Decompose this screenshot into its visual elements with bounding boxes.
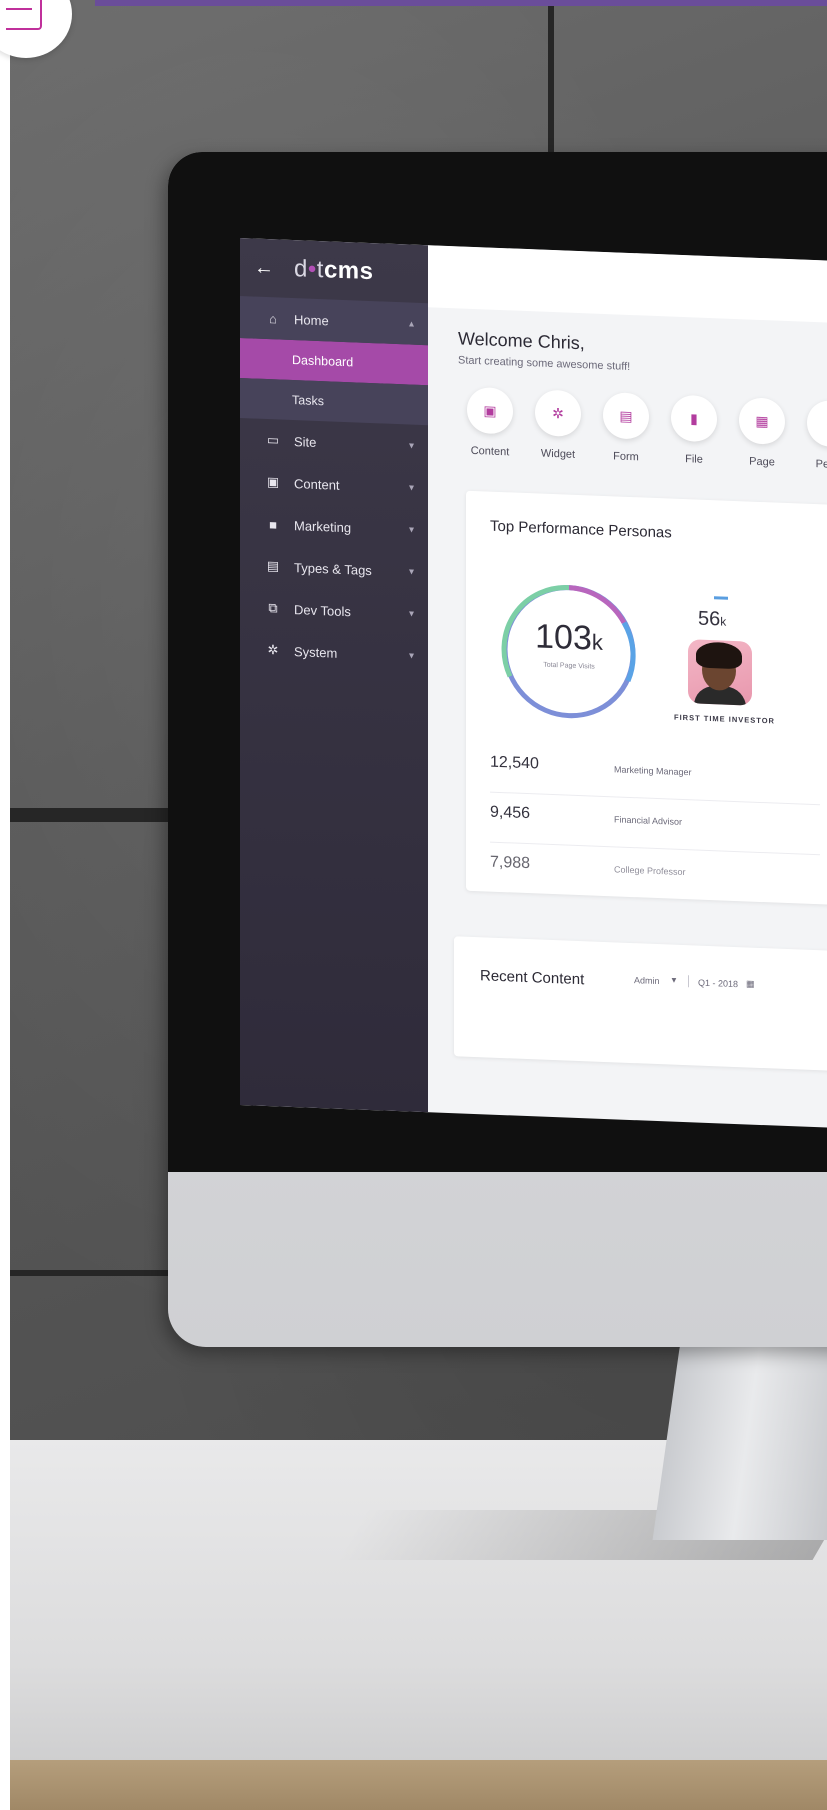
- sidebar-header: ← d•tcms: [240, 238, 428, 303]
- quick-actions: ▣ Content ✲ Widget ▤ Form ▮ File ▦ Page …: [456, 386, 827, 472]
- monitor-stand: [652, 1320, 827, 1540]
- personas-card: Top Performance Personas 103k Total Page…: [466, 490, 827, 906]
- avatar-hair: [696, 641, 742, 670]
- persona-indicator-bar: [714, 596, 728, 600]
- quick-action-label: Content: [470, 444, 510, 459]
- stat-value: 12,540: [490, 753, 539, 773]
- stat-value: 9,456: [490, 803, 531, 823]
- sidebar-item-label: Tasks: [292, 392, 324, 409]
- divider: [688, 975, 689, 988]
- screen: ← d•tcms ⌂ Home ▴ Dashboard Tasks ▭ Site…: [240, 238, 827, 1128]
- stat-label: College Professor: [614, 864, 686, 878]
- sidebar-item-types-tags[interactable]: ▤ Types & Tags ▾: [240, 544, 428, 593]
- persona-count-number: 56: [698, 607, 721, 631]
- sidebar-item-label: Types & Tags: [294, 559, 372, 578]
- quick-action-label: Widget: [540, 447, 576, 461]
- stat-value: 7,988: [490, 853, 531, 873]
- persona-name: FIRST TIME INVESTOR: [674, 712, 775, 726]
- chevron-down-icon: ▾: [408, 565, 414, 578]
- recent-content-card: Recent Content Admin ▼ Q1 - 2018 ▦: [454, 936, 827, 1072]
- sidebar-item-site[interactable]: ▭ Site ▾: [240, 418, 428, 467]
- folder-image-icon: ▣: [266, 474, 280, 490]
- main-content: Welcome Chris, Start creating some aweso…: [428, 245, 827, 1127]
- sidebar-item-label: Content: [294, 475, 340, 493]
- sidebar-item-label: System: [294, 643, 338, 661]
- sidebar-item-system[interactable]: ✲ System ▾: [240, 628, 428, 677]
- sidebar-item-label: Dev Tools: [294, 601, 351, 619]
- sidebar-item-dev-tools[interactable]: ⧉ Dev Tools ▾: [240, 586, 428, 635]
- monitor-icon: ▭: [266, 432, 280, 448]
- stat-label: Financial Advisor: [614, 814, 683, 827]
- card-title: Recent Content: [480, 967, 585, 989]
- arrow-left-icon[interactable]: ←: [254, 256, 294, 281]
- gear-icon: ✲: [267, 642, 279, 658]
- period-selector[interactable]: Q1 - 2018: [698, 978, 738, 990]
- quick-action-label: Form: [613, 450, 639, 464]
- quick-action-label: Page: [749, 455, 775, 469]
- wall-seam: [10, 808, 170, 822]
- quick-action-label: File: [685, 453, 703, 466]
- sidebar-item-label: Marketing: [294, 517, 352, 535]
- sidebar-item-label: Dashboard: [292, 352, 354, 370]
- logo-dot: •: [307, 255, 317, 283]
- total-value-unit: k: [591, 629, 603, 655]
- quick-action-form[interactable]: ▤ Form: [592, 391, 660, 465]
- menu-card-icon: [6, 0, 42, 30]
- quick-action-persona[interactable]: ● Perso: [796, 399, 827, 472]
- chevron-down-icon: ▾: [408, 523, 414, 536]
- chevron-down-icon: ▾: [408, 439, 414, 452]
- sidebar: ← d•tcms ⌂ Home ▴ Dashboard Tasks ▭ Site…: [240, 238, 428, 1113]
- total-value-number: 103: [535, 617, 592, 658]
- quick-action-content[interactable]: ▣ Content: [456, 386, 524, 459]
- file-icon: ▮: [671, 394, 717, 443]
- desk-edge: [10, 1760, 827, 1810]
- quick-action-file[interactable]: ▮ File: [660, 394, 728, 467]
- sidebar-item-content[interactable]: ▣ Content ▾: [240, 460, 428, 509]
- logo-part: t: [316, 255, 324, 284]
- chevron-down-icon: ▾: [408, 481, 414, 494]
- content-icon: ▣: [467, 386, 513, 435]
- card-title: Top Performance Personas: [490, 517, 672, 542]
- form-icon: ▤: [603, 391, 649, 440]
- persona-count: 56k: [698, 608, 726, 632]
- stat-label: Marketing Manager: [614, 764, 692, 778]
- scene: ← d•tcms ⌂ Home ▴ Dashboard Tasks ▭ Site…: [0, 0, 827, 1810]
- card-icon: ▤: [266, 558, 280, 574]
- quick-action-page[interactable]: ▦ Page: [728, 397, 796, 470]
- person-icon: ●: [807, 399, 827, 448]
- chevron-down-icon: ▾: [408, 649, 414, 662]
- quick-action-label: Perso: [815, 458, 827, 472]
- persona-count-unit: k: [720, 614, 727, 629]
- sidebar-item-home[interactable]: ⌂ Home ▴: [240, 296, 428, 346]
- total-visits-value: 103k: [496, 616, 642, 661]
- sidebar-item-label: Site: [294, 433, 317, 450]
- chevron-up-icon: ▴: [408, 317, 414, 330]
- widget-icon: ✲: [535, 389, 581, 438]
- page-icon: ▦: [739, 397, 785, 445]
- sidebar-item-label: Home: [294, 311, 329, 328]
- sidebar-item-marketing[interactable]: ■ Marketing ▾: [240, 502, 428, 551]
- dotcms-logo[interactable]: d•tcms: [294, 255, 373, 286]
- welcome-subtitle: Start creating some awesome stuff!: [458, 354, 631, 373]
- donut-segment-purple: [568, 585, 627, 624]
- quick-action-widget[interactable]: ✲ Widget: [524, 389, 592, 462]
- user-filter-dropdown[interactable]: Admin: [634, 975, 660, 986]
- briefcase-icon: ■: [269, 516, 277, 532]
- code-icon: ⧉: [268, 600, 278, 616]
- calendar-icon[interactable]: ▦: [746, 978, 755, 989]
- chevron-down-icon: ▾: [408, 607, 414, 620]
- logo-part: d: [294, 255, 308, 283]
- persona-avatar[interactable]: [688, 639, 752, 706]
- logo-part: cms: [323, 256, 374, 286]
- welcome-title: Welcome Chris,: [458, 328, 585, 354]
- caret-down-icon[interactable]: ▼: [670, 976, 678, 985]
- top-accent-bar: [95, 0, 827, 6]
- home-icon: ⌂: [269, 310, 277, 326]
